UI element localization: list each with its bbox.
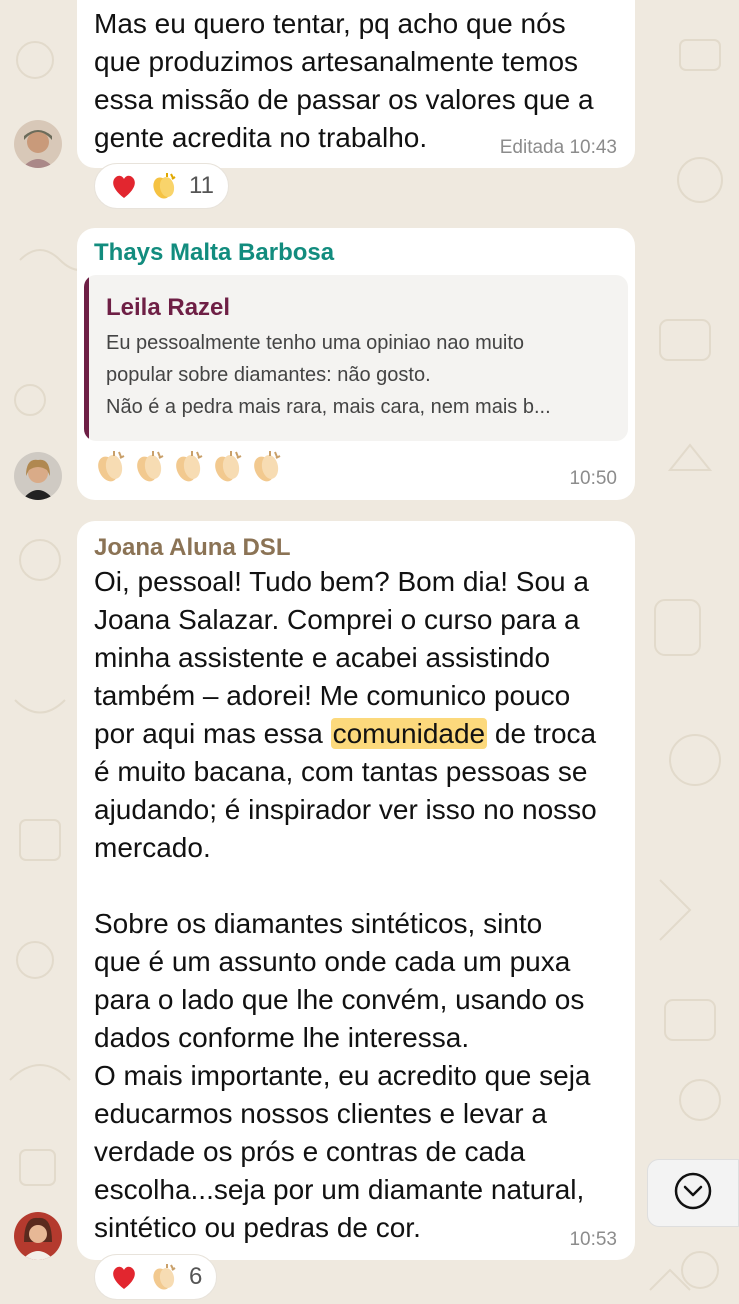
message-bubble[interactable]: Joana Aluna DSL Oi, pessoal! Tudo bem? B… (77, 521, 635, 1260)
message-timestamp: 10:53 (569, 1229, 617, 1250)
clapping-hands-emoji (149, 171, 179, 201)
search-highlight: comunidade (330, 718, 488, 749)
reactions-pill[interactable]: 11 (94, 163, 229, 209)
avatar[interactable] (14, 120, 62, 168)
reaction-count: 11 (189, 172, 214, 199)
chevron-down-icon (673, 1171, 713, 1216)
clapping-hands-emoji (132, 448, 168, 484)
sender-name: Thays Malta Barbosa (94, 239, 335, 266)
quoted-message[interactable]: Leila Razel Eu pessoalmente tenho uma op… (84, 275, 628, 441)
message-timestamp: 10:50 (569, 468, 617, 489)
message-text-part: de troca é muito bacana, com tantas pess… (94, 718, 597, 1243)
quote-author: Leila Razel (106, 294, 231, 321)
emoji-row (93, 448, 285, 484)
quote-line: Eu pessoalmente tenho uma opiniao nao mu… (106, 332, 525, 354)
sender-name: Joana Aluna DSL (94, 534, 291, 561)
clapping-hands-emoji (93, 448, 129, 484)
clapping-hands-emoji (249, 448, 285, 484)
quote-bar (84, 275, 89, 441)
scroll-to-bottom-button[interactable] (647, 1159, 739, 1227)
message-text: Oi, pessoal! Tudo bem? Bom dia! Sou a Jo… (94, 563, 615, 1247)
clapping-hands-emoji (171, 448, 207, 484)
avatar[interactable] (14, 1212, 62, 1260)
message-timestamp: Editada 10:43 (499, 137, 617, 158)
message-bubble[interactable]: Mas eu quero tentar, pq acho que nós que… (77, 0, 635, 168)
quote-line: Não é a pedra mais rara, mais cara, nem … (106, 396, 551, 418)
reaction-count: 6 (189, 1263, 203, 1290)
clapping-hands-emoji (149, 1262, 179, 1292)
avatar[interactable] (14, 452, 62, 500)
clapping-hands-emoji (210, 448, 246, 484)
heart-emoji (109, 171, 139, 201)
message-text: Mas eu quero tentar, pq acho que nós que… (94, 8, 594, 153)
reactions-pill[interactable]: 6 (94, 1254, 218, 1300)
quote-line: popular sobre diamantes: não gosto. (106, 364, 431, 386)
heart-emoji (109, 1262, 139, 1292)
